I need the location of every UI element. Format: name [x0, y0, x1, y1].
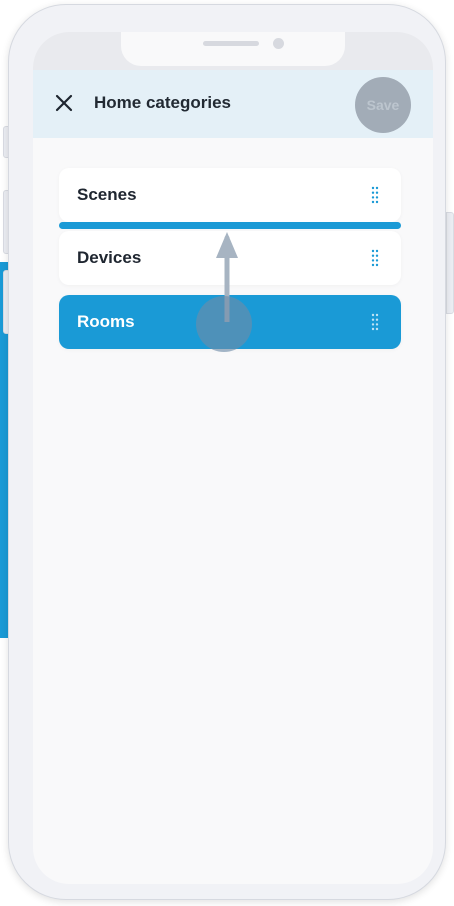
- save-button[interactable]: Save: [355, 77, 411, 133]
- category-label: Scenes: [77, 185, 137, 204]
- drag-handle-icon[interactable]: [371, 249, 379, 267]
- close-button[interactable]: [53, 92, 75, 114]
- drag-handle-icon[interactable]: [371, 186, 379, 204]
- category-label: Devices: [77, 248, 142, 267]
- status-bar: [33, 32, 433, 70]
- category-label: Rooms: [77, 312, 135, 331]
- phone-frame: Home categories Save Scenes Devices Room…: [8, 4, 446, 900]
- category-item-scenes[interactable]: Scenes: [59, 168, 401, 222]
- front-camera: [273, 38, 284, 49]
- drop-position-indicator: [59, 222, 401, 229]
- device-stage: Home categories Save Scenes Devices Room…: [0, 0, 454, 906]
- touch-point-indicator: [196, 296, 252, 352]
- app-header: Home categories Save: [33, 70, 433, 138]
- speaker-grille: [203, 41, 259, 46]
- phone-screen: Home categories Save Scenes Devices Room…: [33, 32, 433, 884]
- page-title: Home categories: [94, 93, 231, 112]
- phone-power-button: [446, 212, 454, 314]
- drag-handle-icon[interactable]: [371, 313, 379, 331]
- phone-notch: [121, 32, 345, 66]
- close-icon: [55, 94, 73, 112]
